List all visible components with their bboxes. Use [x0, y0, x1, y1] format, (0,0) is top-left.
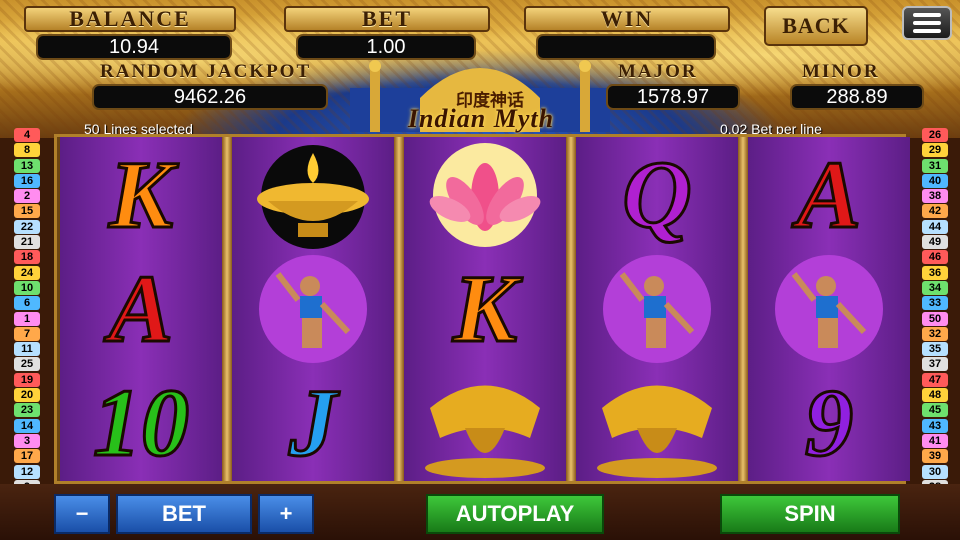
payline-number: 12	[14, 464, 40, 479]
payline-number: 48	[922, 388, 948, 403]
payline-number: 1	[14, 311, 40, 326]
payline-number: 33	[922, 296, 948, 311]
payline-number: 41	[922, 433, 948, 448]
cobra-icon	[404, 366, 566, 480]
payline-number: 38	[922, 189, 948, 204]
payline-number: 46	[922, 250, 948, 265]
payline-number: 45	[922, 403, 948, 418]
autoplay-button[interactable]: AUTOPLAY	[426, 494, 604, 534]
bet-minus-button[interactable]: −	[54, 494, 110, 534]
payline-number: 22	[14, 219, 40, 234]
payline-number: 21	[14, 235, 40, 250]
payline-number: 10	[14, 280, 40, 295]
symbol-k: K	[107, 141, 174, 248]
payline-number: 7	[14, 326, 40, 341]
reel-separator	[566, 137, 576, 481]
reel-separator	[738, 137, 748, 481]
oil-lamp-icon	[232, 138, 394, 252]
payline-number: 26	[922, 128, 948, 142]
major-value: 1578.97	[606, 84, 740, 110]
payline-number: 50	[922, 311, 948, 326]
payline-number: 39	[922, 449, 948, 464]
symbol-k: K	[451, 255, 518, 362]
bet-value: 1.00	[296, 34, 476, 60]
payline-number: 16	[14, 173, 40, 188]
minor-label: MINOR	[802, 61, 880, 82]
payline-number: 32	[922, 326, 948, 341]
payline-number: 14	[14, 418, 40, 433]
payline-number: 2	[14, 189, 40, 204]
payline-number: 18	[14, 250, 40, 265]
major-label: MAJOR	[618, 61, 698, 82]
payline-number: 23	[14, 403, 40, 418]
balance-label: BALANCE	[24, 6, 236, 32]
back-button[interactable]: BACK	[764, 6, 868, 46]
payline-number: 24	[14, 265, 40, 280]
dancer-icon	[576, 252, 738, 366]
symbol-a: A	[107, 255, 174, 362]
spin-button[interactable]: SPIN	[720, 494, 900, 534]
bet-label: BET	[284, 6, 490, 32]
payline-number: 15	[14, 204, 40, 219]
payline-number: 20	[14, 388, 40, 403]
reel-separator	[394, 137, 404, 481]
payline-number: 4	[14, 128, 40, 142]
random-jackpot-label: RANDOM JACKPOT	[100, 61, 312, 82]
reel-separator	[222, 137, 232, 481]
win-value	[536, 34, 716, 60]
payline-number: 30	[922, 464, 948, 479]
payline-numbers-right: 26 29 31 40 38 42 44 49 46 36 34 33 50 32 35 37 47 48 45 43…	[922, 128, 950, 510]
symbol-q: Q	[621, 141, 693, 248]
payline-number: 43	[922, 418, 948, 433]
payline-number: 42	[922, 204, 948, 219]
random-jackpot-value: 9462.26	[92, 84, 328, 110]
symbol-j: J	[288, 369, 339, 476]
payline-number: 11	[14, 342, 40, 357]
bet-plus-button[interactable]: +	[258, 494, 314, 534]
payline-number: 44	[922, 219, 948, 234]
menu-icon[interactable]	[902, 6, 952, 40]
payline-number: 37	[922, 357, 948, 372]
payline-number: 36	[922, 265, 948, 280]
balance-value: 10.94	[36, 34, 232, 60]
payline-number: 8	[14, 143, 40, 158]
payline-number: 49	[922, 235, 948, 250]
payline-number: 6	[14, 296, 40, 311]
payline-number: 47	[922, 372, 948, 387]
payline-number: 31	[922, 158, 948, 173]
logo-title: Indian Myth	[407, 104, 555, 133]
payline-number: 3	[14, 433, 40, 448]
cobra-icon	[576, 366, 738, 480]
symbol-9: 9	[804, 369, 855, 476]
payline-number: 25	[14, 357, 40, 372]
dancer-icon	[232, 252, 394, 366]
payline-number: 29	[922, 143, 948, 158]
payline-number: 40	[922, 173, 948, 188]
bet-button[interactable]: BET	[116, 494, 252, 534]
payline-number: 19	[14, 372, 40, 387]
lotus-icon	[404, 138, 566, 252]
payline-number: 34	[922, 280, 948, 295]
symbol-a: A	[795, 141, 862, 248]
payline-number: 35	[922, 342, 948, 357]
symbol-10: 10	[92, 369, 191, 476]
dancer-icon	[748, 252, 910, 366]
payline-number: 17	[14, 449, 40, 464]
win-label: WIN	[524, 6, 730, 32]
payline-number: 13	[14, 158, 40, 173]
minor-value: 288.89	[790, 84, 924, 110]
payline-numbers-left: 4813162152221182410617112519202314317129…	[14, 128, 42, 510]
